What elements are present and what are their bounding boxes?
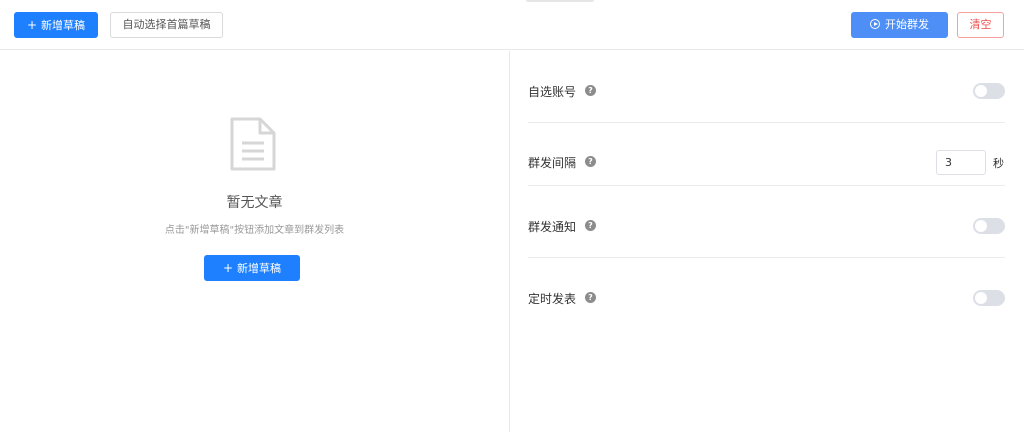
plus-icon: +	[222, 261, 234, 275]
setting-label: 自选账号	[528, 85, 577, 99]
notify-toggle[interactable]	[973, 218, 1005, 234]
question-circle-icon[interactable]: ?	[585, 156, 596, 167]
add-draft-button[interactable]: + 新增草稿	[14, 12, 98, 38]
scheduled-toggle[interactable]	[973, 290, 1005, 306]
setting-label: 群发间隔	[528, 156, 577, 170]
start-mass-send-button[interactable]: 开始群发	[851, 12, 948, 38]
divider	[528, 122, 1005, 123]
toggle-knob	[975, 220, 987, 232]
clear-button[interactable]: 清空	[957, 12, 1004, 38]
question-circle-icon[interactable]: ?	[585, 292, 596, 303]
divider	[528, 185, 1005, 186]
interval-input[interactable]: 3	[936, 150, 986, 175]
setting-interval: 群发间隔 ? 3 秒	[528, 150, 1005, 175]
toggle-knob	[975, 85, 987, 97]
document-icon	[230, 117, 276, 171]
setting-label: 定时发表	[528, 292, 577, 306]
divider	[528, 257, 1005, 258]
question-circle-icon[interactable]: ?	[585, 220, 596, 231]
empty-state-hint: 点击"新增草稿"按钮添加文章到群发列表	[164, 225, 345, 236]
interval-unit: 秒	[993, 157, 1004, 170]
top-toolbar: + 新增草稿 自动选择首篇草稿 开始群发 清空	[0, 0, 1024, 50]
setting-notify: 群发通知 ?	[528, 216, 1005, 236]
play-circle-icon	[870, 19, 880, 29]
question-circle-icon[interactable]: ?	[585, 85, 596, 96]
setting-label: 群发通知	[528, 220, 577, 234]
auto-account-toggle[interactable]	[973, 83, 1005, 99]
top-tab-indicator	[526, 0, 594, 2]
panel-divider	[509, 51, 510, 432]
plus-icon: +	[26, 18, 38, 32]
empty-add-draft-button[interactable]: + 新增草稿	[204, 255, 300, 281]
empty-state-title: 暂无文章	[226, 195, 283, 211]
setting-scheduled: 定时发表 ?	[528, 288, 1005, 308]
toggle-knob	[975, 292, 987, 304]
setting-auto-account: 自选账号 ?	[528, 81, 1005, 101]
auto-select-first-draft-button[interactable]: 自动选择首篇草稿	[110, 12, 223, 38]
